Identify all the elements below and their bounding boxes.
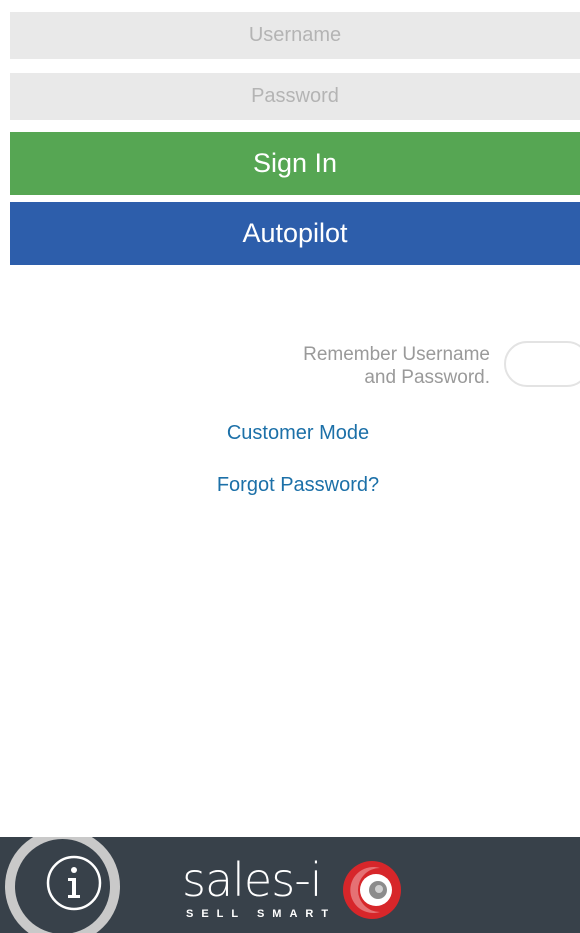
- autopilot-button[interactable]: Autopilot: [10, 202, 580, 265]
- username-input[interactable]: [10, 12, 580, 59]
- forgot-password-link[interactable]: Forgot Password?: [0, 474, 580, 497]
- remember-credentials-toggle[interactable]: [504, 341, 580, 387]
- sales-i-logo-mark-icon: [343, 861, 401, 919]
- info-button[interactable]: [5, 837, 120, 933]
- remember-label-line2: and Password.: [364, 367, 490, 388]
- sales-i-logo: sales-i SELL SMART: [182, 854, 422, 926]
- password-input[interactable]: [10, 73, 580, 120]
- info-button-inner: [15, 839, 110, 933]
- login-screen: Sign In Autopilot Remember Username and …: [0, 0, 580, 933]
- logo-tagline: SELL SMART: [186, 908, 337, 920]
- remember-credentials-label: Remember Username and Password.: [230, 343, 490, 389]
- sign-in-button[interactable]: Sign In: [10, 132, 580, 195]
- logo-wordmark: sales-i: [182, 853, 323, 907]
- remember-label-line1: Remember Username: [303, 344, 490, 365]
- customer-mode-link[interactable]: Customer Mode: [0, 422, 580, 445]
- info-icon: [46, 855, 102, 911]
- footer-bar: sales-i SELL SMART: [0, 837, 580, 933]
